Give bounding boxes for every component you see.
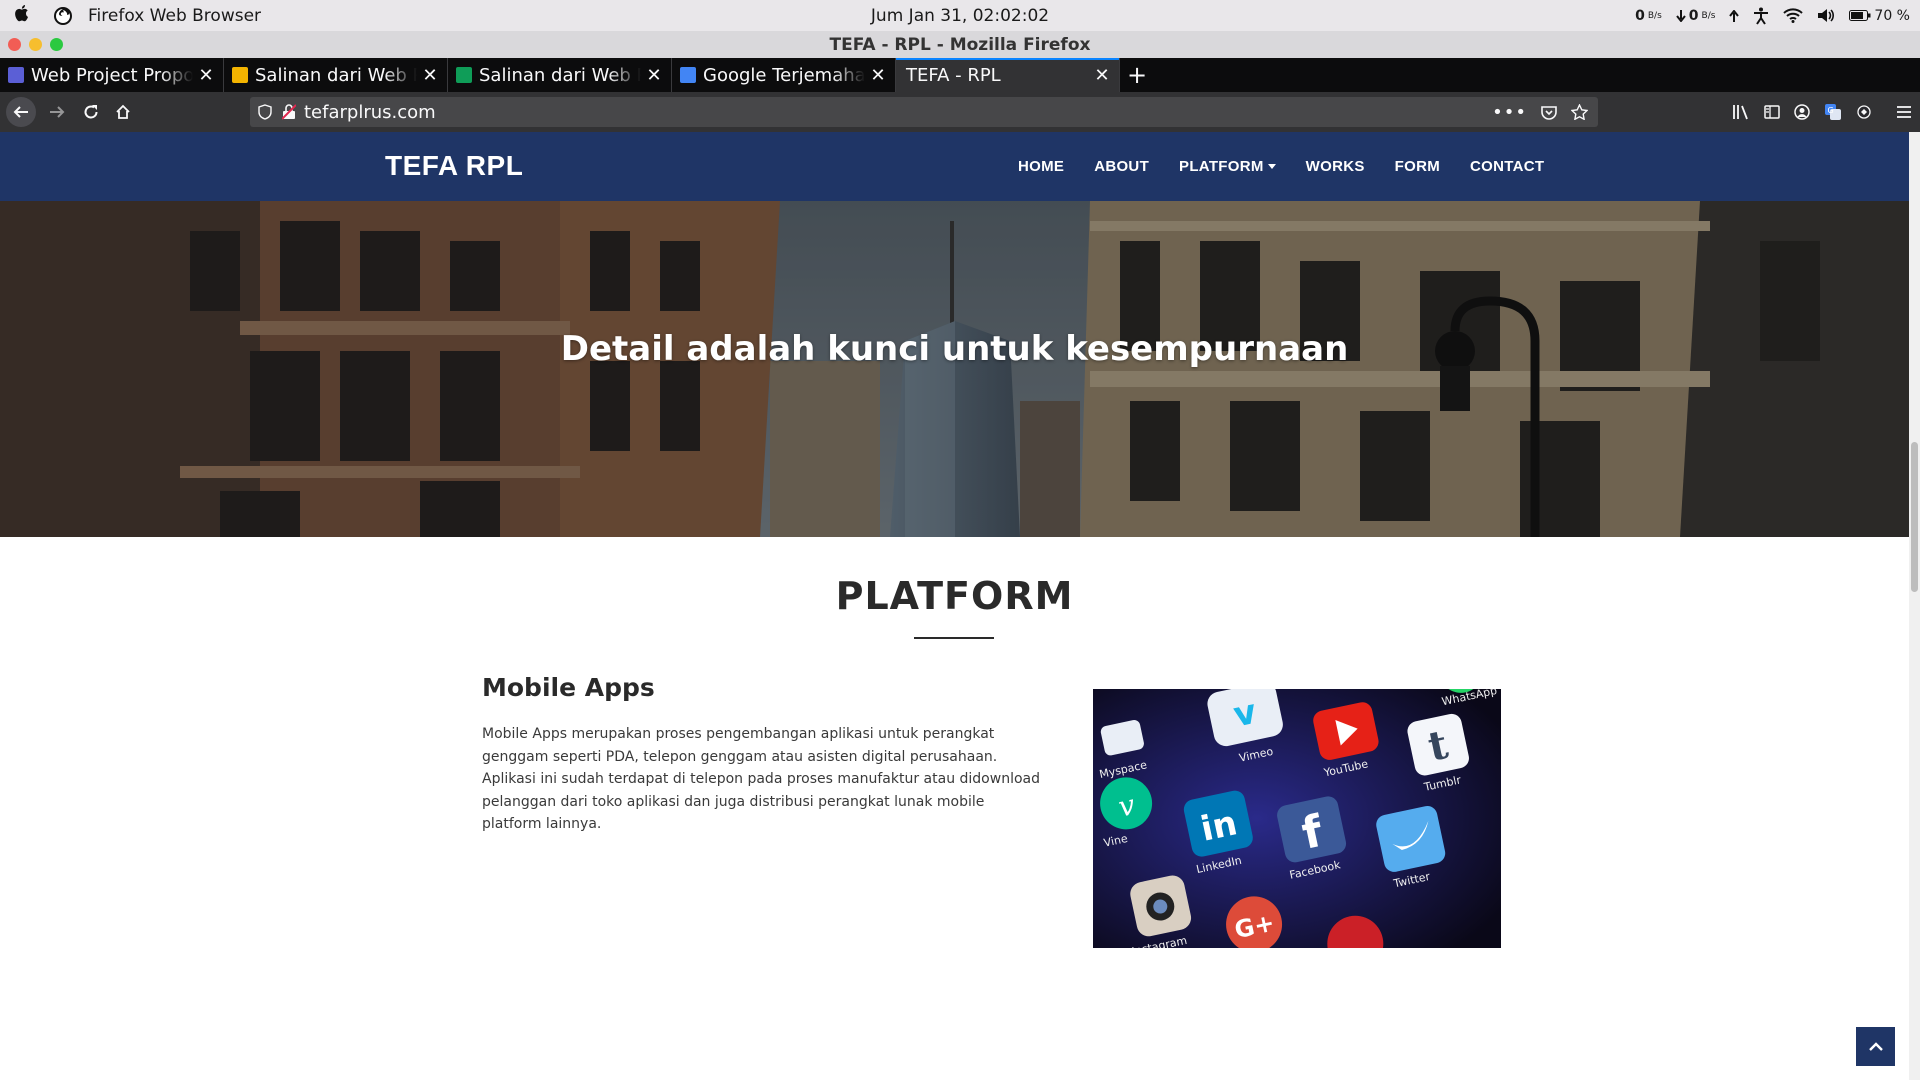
- window-close-button[interactable]: [8, 38, 21, 51]
- nav-platform[interactable]: PLATFORM: [1164, 158, 1291, 175]
- hero-banner: Detail adalah kunci untuk kesempurnaan: [0, 201, 1909, 537]
- system-tray: 0 B/s 0 B/s 70 %: [1635, 0, 1910, 31]
- tab-title: Salinan dari Web Proj: [479, 64, 641, 86]
- svg-text:G: G: [1828, 106, 1834, 115]
- close-icon[interactable]: ✕: [869, 65, 887, 86]
- tab-title: TEFA - RPL: [906, 64, 1001, 86]
- close-icon[interactable]: ✕: [645, 65, 663, 86]
- section-title: PLATFORM: [835, 574, 1074, 618]
- accessibility-icon[interactable]: [1753, 7, 1769, 25]
- insecure-lock-icon[interactable]: [282, 104, 296, 120]
- site-navbar: TEFA RPL HOME ABOUT PLATFORM WORKS FORM …: [0, 132, 1909, 201]
- new-tab-button[interactable]: +: [1120, 58, 1154, 92]
- page-actions-icon[interactable]: •••: [1492, 102, 1527, 123]
- window-title-bar: TEFA - RPL - Mozilla Firefox: [0, 31, 1920, 58]
- chevron-up-icon: [1868, 1041, 1883, 1051]
- volume-icon[interactable]: [1817, 8, 1835, 23]
- tab-salinan-sheets[interactable]: Salinan dari Web Proj ✕: [448, 58, 672, 92]
- tab-google-terjemahan[interactable]: Google Terjemahan ✕: [672, 58, 896, 92]
- net-down-speed: 0 B/s: [1675, 8, 1715, 24]
- tab-web-project-proposal[interactable]: Web Project Proposal ✕: [0, 58, 224, 92]
- pocket-icon[interactable]: [1541, 105, 1557, 120]
- caret-down-icon: [1267, 164, 1276, 169]
- system-menu-bar: Firefox Web Browser Jum Jan 31, 02:02:02…: [0, 0, 1920, 31]
- nav-works[interactable]: WORKS: [1291, 158, 1380, 175]
- library-icon[interactable]: [1732, 104, 1750, 120]
- menu-hamburger-icon[interactable]: [1896, 105, 1912, 119]
- docs-icon: [8, 67, 24, 83]
- close-icon[interactable]: ✕: [197, 65, 215, 86]
- tab-strip: Web Project Proposal ✕ Salinan dari Web …: [0, 58, 1920, 92]
- net-up-speed: 0 B/s: [1635, 7, 1662, 24]
- nav-home[interactable]: HOME: [1003, 158, 1079, 175]
- nav-form[interactable]: FORM: [1380, 158, 1455, 175]
- arrow-left-icon: [13, 106, 28, 118]
- site-brand[interactable]: TEFA RPL: [385, 150, 523, 182]
- tab-tefa-rpl[interactable]: TEFA - RPL ✕: [896, 58, 1120, 92]
- nav-contact[interactable]: CONTACT: [1455, 158, 1559, 175]
- extension-icon[interactable]: [1856, 104, 1872, 120]
- back-to-top-button[interactable]: [1856, 1027, 1895, 1066]
- tab-title: Google Terjemahan: [703, 64, 865, 86]
- firefox-icon: [54, 6, 72, 25]
- arrow-right-icon: [50, 106, 65, 118]
- arrow-down-icon: [1675, 9, 1686, 22]
- battery-icon: [1849, 10, 1871, 21]
- phone-screen-illustration: v t v in f G+ MyspaceVimeoYouTube Tumblr…: [1093, 689, 1501, 948]
- reload-button[interactable]: [76, 97, 106, 127]
- reload-icon: [84, 105, 98, 119]
- arrow-up-icon[interactable]: [1729, 9, 1740, 22]
- sidebar-icon[interactable]: [1764, 105, 1780, 119]
- card-description: Mobile Apps merupakan proses pengembanga…: [482, 726, 1040, 832]
- nav-about[interactable]: ABOUT: [1079, 158, 1164, 175]
- bookmark-star-icon[interactable]: [1571, 104, 1588, 120]
- card-title: Mobile Apps: [482, 673, 655, 702]
- translate-extension-icon[interactable]: G: [1824, 103, 1842, 121]
- clock: Jum Jan 31, 02:02:02: [870, 5, 1050, 26]
- close-icon[interactable]: ✕: [421, 65, 439, 86]
- app-name[interactable]: Firefox Web Browser: [88, 6, 261, 26]
- slides-icon: [232, 67, 248, 83]
- wifi-icon[interactable]: [1783, 8, 1804, 23]
- apple-icon[interactable]: [0, 3, 44, 28]
- window-minimize-button[interactable]: [29, 38, 42, 51]
- battery-indicator[interactable]: 70 %: [1849, 8, 1910, 24]
- section-divider: [914, 637, 994, 639]
- close-icon[interactable]: ✕: [1093, 65, 1111, 86]
- navigation-toolbar: tefarplrus.com ••• G: [0, 92, 1920, 132]
- translate-icon: [680, 67, 696, 83]
- window-maximize-button[interactable]: [50, 38, 63, 51]
- scrollbar-thumb[interactable]: [1911, 442, 1918, 592]
- url-bar[interactable]: tefarplrus.com •••: [250, 97, 1598, 127]
- page-scrollbar[interactable]: [1909, 132, 1920, 1080]
- back-button[interactable]: [6, 97, 36, 127]
- window-title: TEFA - RPL - Mozilla Firefox: [829, 34, 1091, 55]
- shield-icon[interactable]: [258, 104, 272, 120]
- tab-title: Salinan dari Web Proj: [255, 64, 417, 86]
- tab-salinan-slides[interactable]: Salinan dari Web Proj ✕: [224, 58, 448, 92]
- site-nav-links: HOME ABOUT PLATFORM WORKS FORM CONTACT: [1003, 132, 1559, 201]
- home-button[interactable]: [108, 97, 138, 127]
- hero-city-image: [0, 201, 1909, 537]
- nav-platform-label: PLATFORM: [1179, 158, 1264, 175]
- hero-title: Detail adalah kunci untuk kesempurnaan: [560, 329, 1349, 369]
- account-icon[interactable]: [1794, 104, 1810, 120]
- sheets-icon: [456, 67, 472, 83]
- tab-title: Web Project Proposal: [31, 64, 193, 86]
- url-text[interactable]: tefarplrus.com: [304, 102, 436, 123]
- home-icon: [116, 104, 130, 119]
- page-viewport: TEFA RPL HOME ABOUT PLATFORM WORKS FORM …: [0, 132, 1909, 1080]
- mobile-apps-image: v t v in f G+ Myspace Vimeo YouTube Tumblr…: [1093, 689, 1501, 948]
- forward-button[interactable]: [42, 97, 72, 127]
